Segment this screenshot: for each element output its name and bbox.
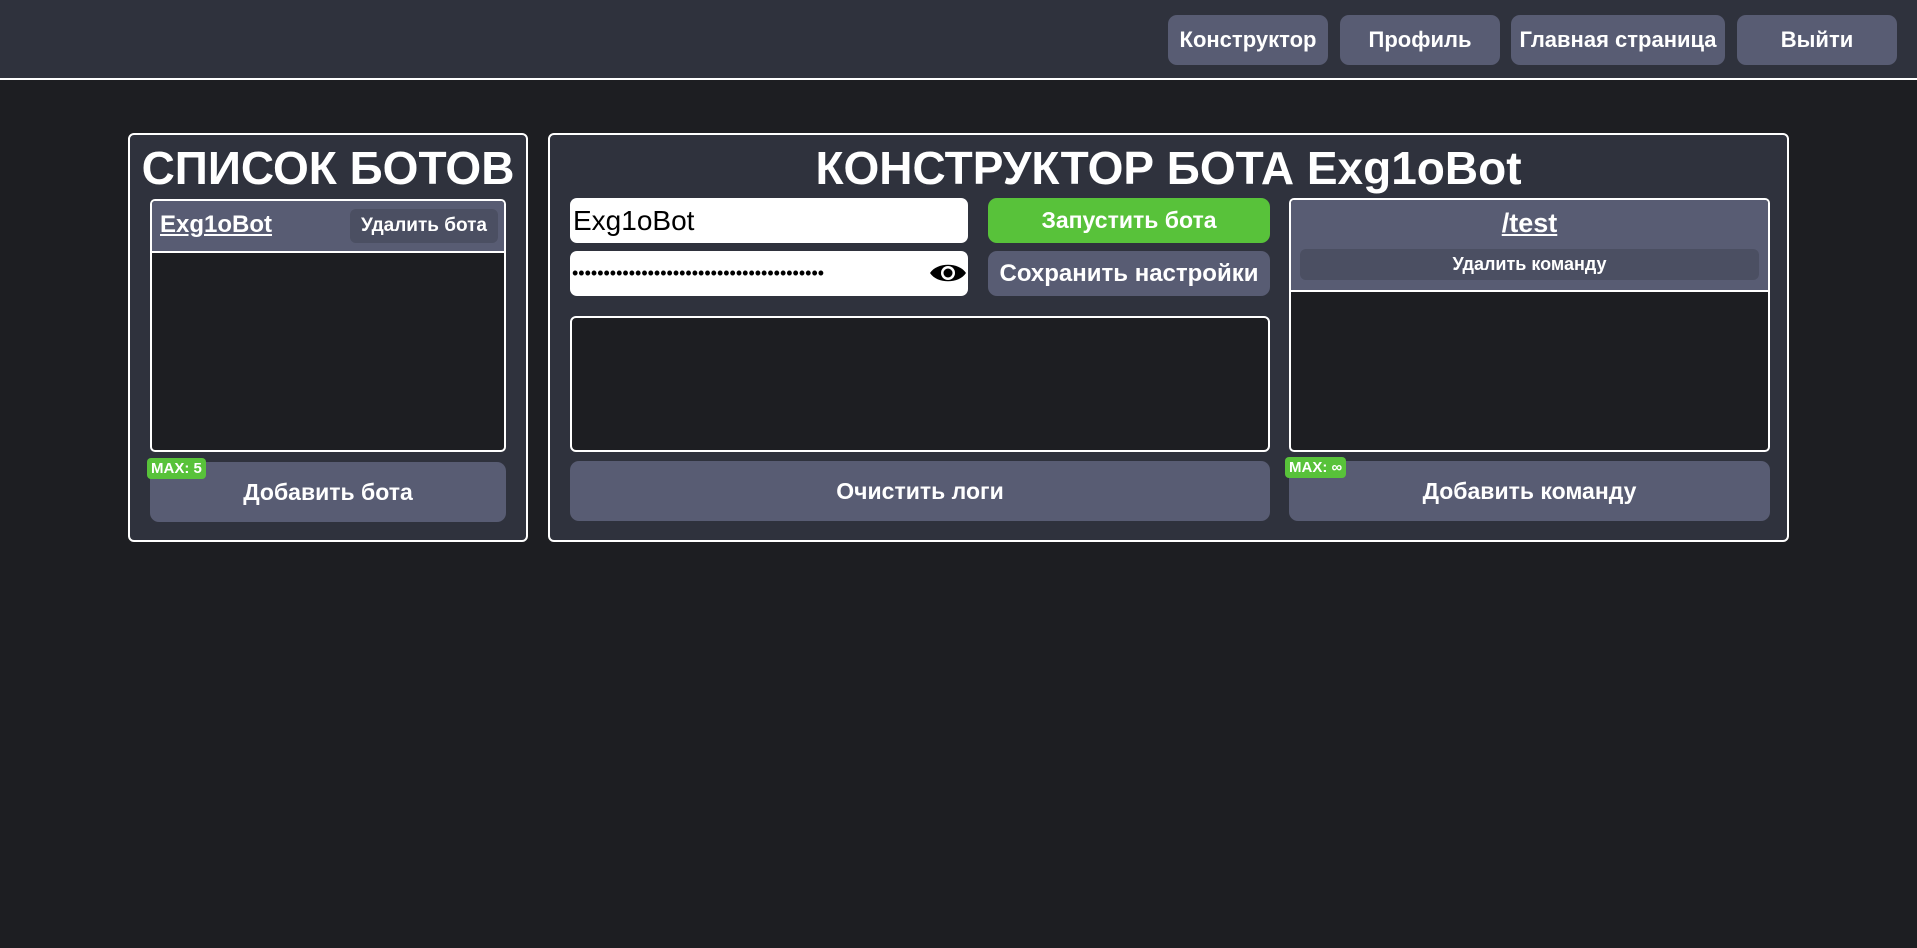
- save-settings-button[interactable]: Сохранить настройки: [988, 251, 1270, 296]
- bot-name-link[interactable]: Exg1oBot: [160, 211, 272, 239]
- bot-list: Exg1oBot Удалить бота: [150, 199, 506, 452]
- clear-logs-button[interactable]: Очистить логи: [570, 461, 1270, 521]
- nav-constructor-button[interactable]: Конструктор: [1168, 15, 1328, 65]
- bot-list-item[interactable]: Exg1oBot Удалить бота: [152, 201, 504, 253]
- add-command-button[interactable]: Добавить команду: [1289, 461, 1770, 521]
- command-limit-badge: MAX: ∞: [1285, 457, 1347, 478]
- bot-builder-panel: КОНСТРУКТОР БОТА Exg1oBot Exg1oBot •••••…: [548, 133, 1789, 542]
- nav-logout-button[interactable]: Выйти: [1737, 15, 1897, 65]
- bot-list-panel: СПИСОК БОТОВ Exg1oBot Удалить бота Добав…: [128, 133, 528, 542]
- bot-name-input[interactable]: Exg1oBot: [570, 198, 968, 243]
- start-bot-button[interactable]: Запустить бота: [988, 198, 1270, 243]
- bot-token-masked: ••••••••••••••••••••••••••••••••••••••••: [572, 263, 825, 283]
- command-name-link[interactable]: /test: [1502, 208, 1558, 238]
- commands-list: /test Удалить команду: [1289, 198, 1770, 452]
- bot-name-value: Exg1oBot: [573, 204, 695, 236]
- delete-command-button[interactable]: Удалить команду: [1300, 249, 1759, 280]
- command-item[interactable]: /test Удалить команду: [1291, 200, 1768, 292]
- nav-profile-button[interactable]: Профиль: [1340, 15, 1500, 65]
- bot-token-input[interactable]: ••••••••••••••••••••••••••••••••••••••••: [570, 251, 968, 296]
- show-token-eye-icon[interactable]: [928, 258, 968, 288]
- bot-list-title: СПИСОК БОТОВ: [141, 142, 515, 194]
- nav-home-button[interactable]: Главная страница: [1511, 15, 1725, 65]
- delete-bot-button[interactable]: Удалить бота: [350, 209, 498, 243]
- builder-title: КОНСТРУКТОР БОТА Exg1oBot: [815, 142, 1522, 194]
- logs-area: [570, 316, 1270, 452]
- top-navbar: Конструктор Профиль Главная страница Вый…: [0, 0, 1917, 80]
- bot-limit-badge: MAX: 5: [147, 458, 206, 479]
